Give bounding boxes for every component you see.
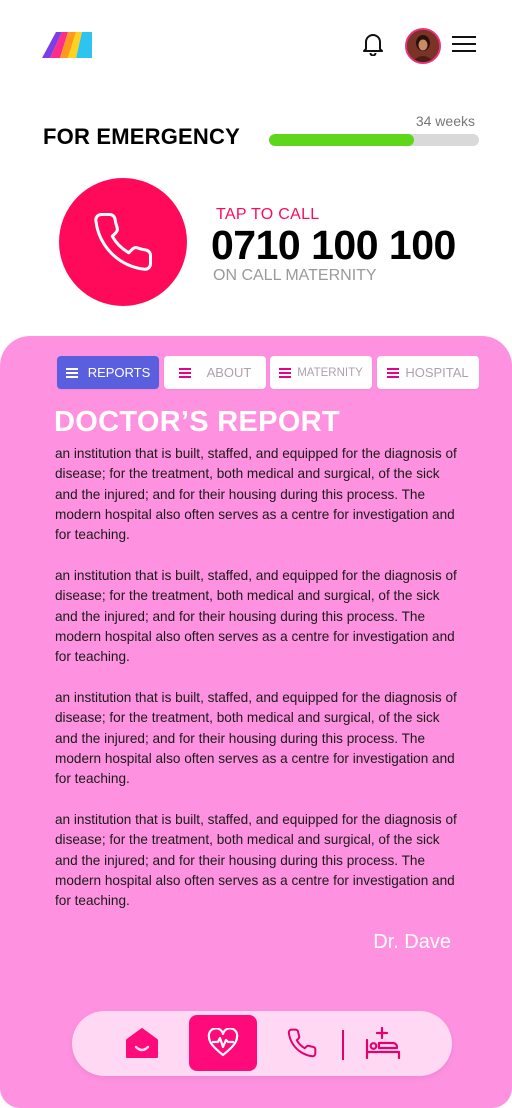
list-icon [387,367,400,378]
nav-admission[interactable] [354,1015,412,1071]
tab-hospital[interactable]: HOSPITAL [377,356,479,389]
emergency-phone-number[interactable]: 0710 100 100 [211,222,456,269]
bell-icon[interactable] [362,32,384,57]
tab-label: ABOUT [206,365,252,380]
pregnancy-weeks-label: 34 weeks [415,113,475,129]
report-paragraph: an institution that is built, staffed, a… [55,446,457,543]
on-call-label: ON CALL MATERNITY [213,267,377,284]
pregnancy-progress-bar [269,134,479,146]
tab-maternity[interactable]: MATERNITY [270,356,372,389]
report-body: an institution that is built, staffed, a… [55,444,460,932]
call-button[interactable] [59,178,187,306]
brand-logo[interactable] [42,30,94,60]
tab-label: MATERNITY [297,366,363,379]
list-icon [65,367,78,378]
report-paragraph: an institution that is built, staffed, a… [55,567,457,665]
doctor-signature: Dr. Dave [373,931,451,953]
report-paragraph: an institution that is built, staffed, a… [55,689,457,787]
tab-reports[interactable]: REPORTS [57,356,159,389]
list-icon [178,367,191,378]
report-title: DOCTOR’S REPORT [54,406,340,438]
heart-pulse-icon [207,1028,239,1057]
list-icon [279,367,292,378]
phone-icon [287,1028,317,1058]
hamburger-menu-icon[interactable] [452,35,476,53]
pregnancy-progress-fill [269,134,414,146]
home-icon [126,1028,158,1058]
nav-call[interactable] [272,1015,332,1071]
tab-about[interactable]: ABOUT [164,356,266,389]
hospital-bed-icon [365,1026,401,1060]
nav-home[interactable] [110,1015,174,1071]
bottom-navigation [72,1011,452,1076]
nav-divider [342,1030,344,1060]
tab-label: REPORTS [87,365,151,380]
phone-icon [94,212,153,271]
nav-health[interactable] [189,1015,257,1071]
tab-label: HOSPITAL [405,365,469,380]
emergency-title: FOR EMERGENCY [43,124,240,149]
report-paragraph: an institution that is built, staffed, a… [55,811,457,909]
user-avatar[interactable] [405,28,441,64]
